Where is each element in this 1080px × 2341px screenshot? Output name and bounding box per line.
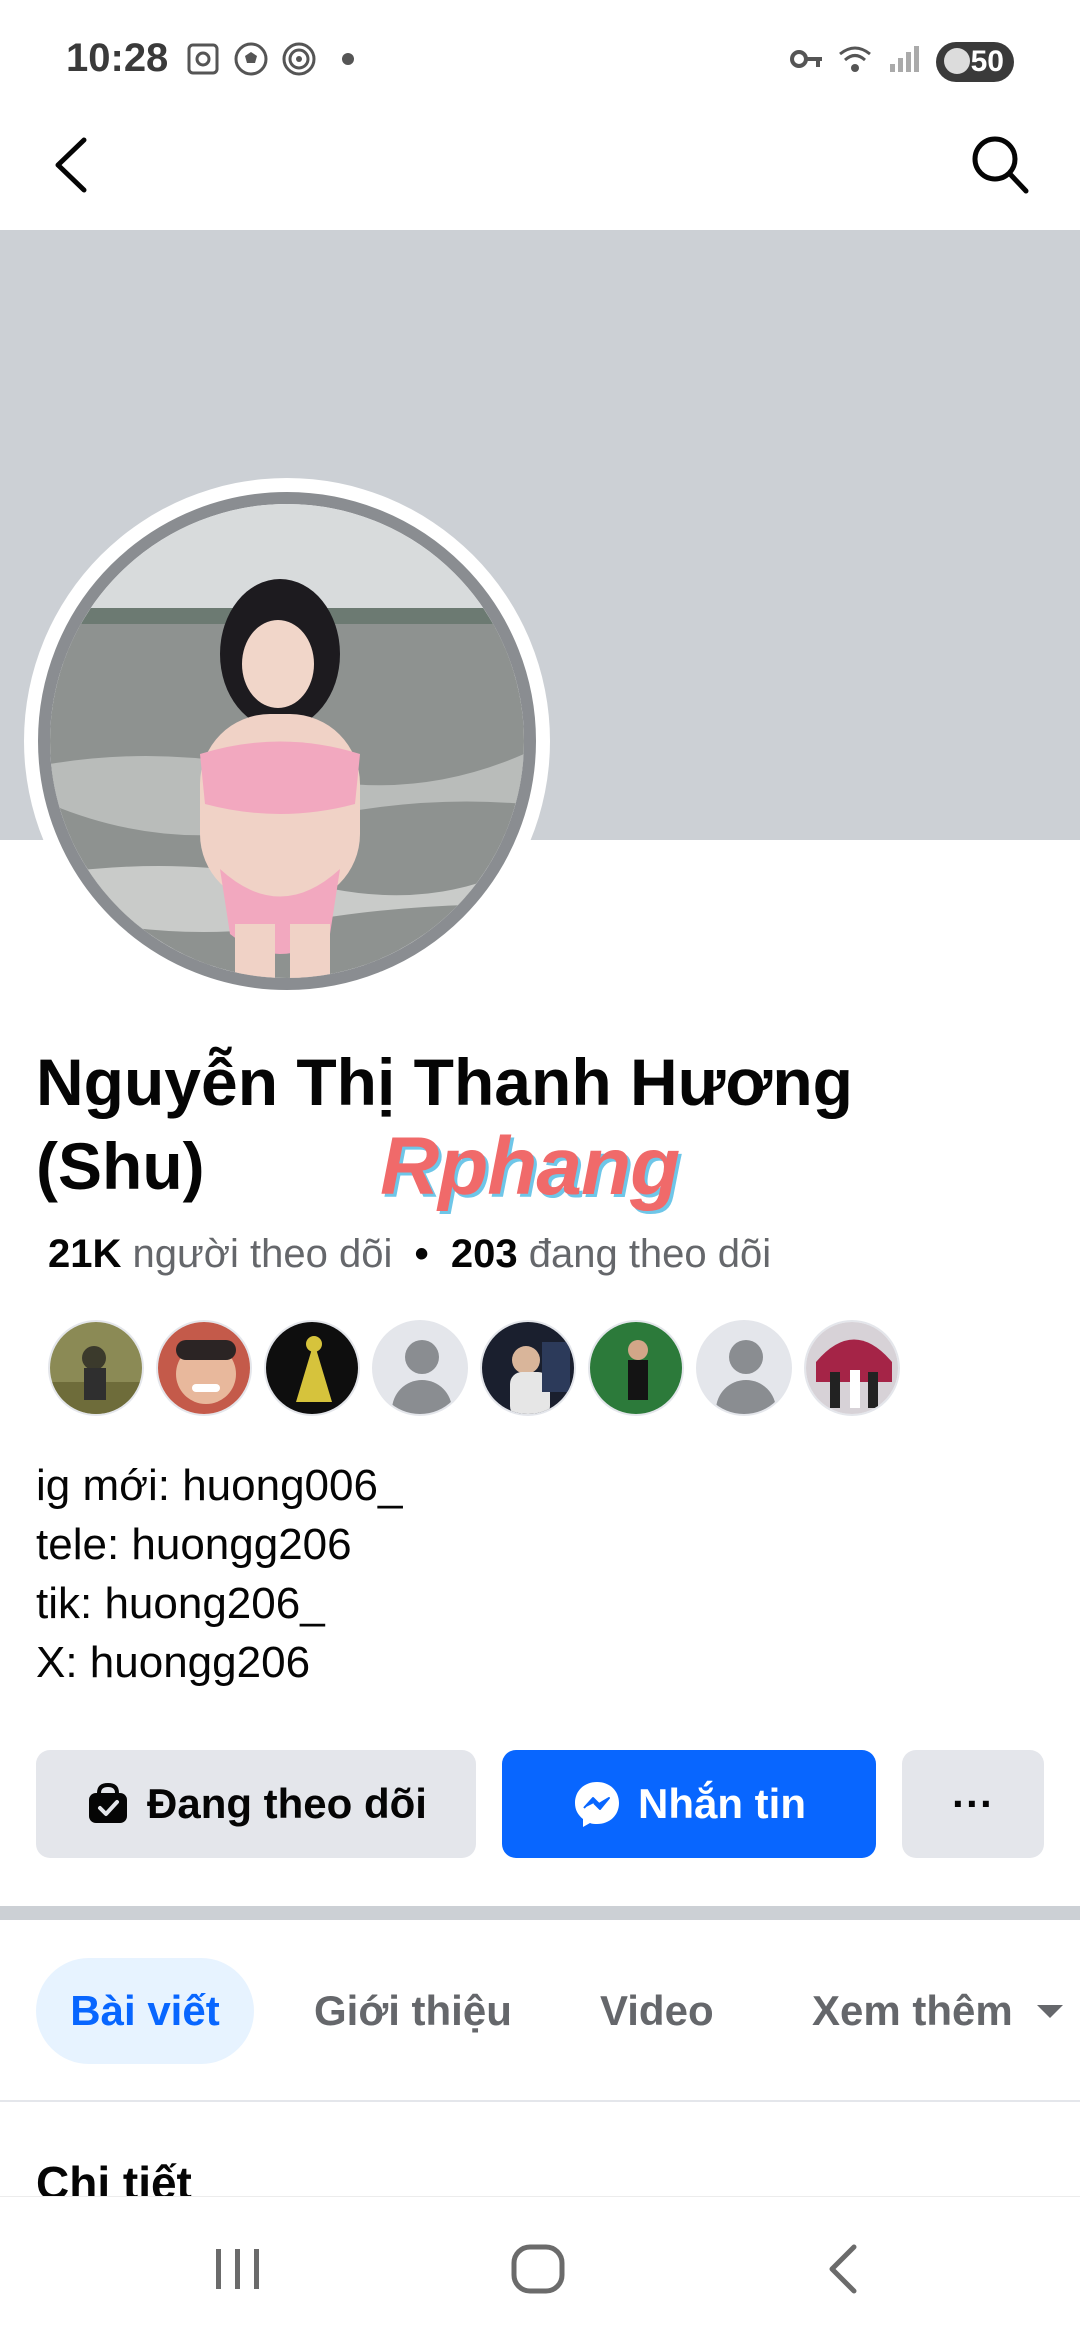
dot-icon xyxy=(342,53,354,65)
tab-about[interactable]: Giới thiệu xyxy=(314,1958,512,2064)
tab-posts-label: Bài viết xyxy=(70,1987,220,2034)
more-options-button[interactable]: ··· xyxy=(902,1750,1044,1858)
home-icon[interactable] xyxy=(508,2239,568,2299)
avatar-photo xyxy=(50,504,524,978)
bio-line: tele: huongg206 xyxy=(36,1520,352,1569)
friend-avatar[interactable] xyxy=(804,1320,900,1416)
messenger-icon xyxy=(575,1782,619,1827)
wifi-icon xyxy=(839,46,871,72)
system-nav-bar xyxy=(0,2196,1080,2341)
profile-avatar[interactable] xyxy=(38,492,536,990)
signal-icon xyxy=(890,46,919,72)
friend-avatar[interactable] xyxy=(156,1320,252,1416)
following-icon xyxy=(89,1782,127,1823)
bio-line: tik: huong206_ xyxy=(36,1579,325,1628)
search-icon[interactable] xyxy=(970,134,1030,196)
tab-about-label: Giới thiệu xyxy=(314,1987,512,2034)
following-label: Đang theo dõi xyxy=(147,1780,427,1827)
battery-level: 50 xyxy=(970,45,1004,78)
watermark: Rphang xyxy=(380,1121,680,1212)
friend-avatar[interactable] xyxy=(264,1320,360,1416)
back-button[interactable] xyxy=(48,130,96,200)
more-label: ··· xyxy=(952,1780,994,1827)
bio-line: ig mới: huong006_ xyxy=(36,1461,403,1510)
profile-name-line1: Nguyễn Thị Thanh Hương xyxy=(36,1045,853,1119)
follow-stats[interactable]: 21K người theo dõi • 203 đang theo dõi xyxy=(48,1232,771,1277)
status-time: 10:28 xyxy=(66,36,169,80)
friend-avatar[interactable] xyxy=(588,1320,684,1416)
friend-avatar-default[interactable] xyxy=(696,1320,792,1416)
key-icon xyxy=(790,50,822,68)
tab-divider xyxy=(0,2100,1080,2102)
soccer-ball-icon xyxy=(234,42,268,76)
followers-label: người theo dõi xyxy=(132,1232,393,1276)
recent-apps-icon[interactable] xyxy=(210,2241,266,2297)
friend-avatar[interactable] xyxy=(48,1320,144,1416)
message-button[interactable]: Nhắn tin xyxy=(502,1750,876,1858)
bio-line: X: huongg206 xyxy=(36,1638,311,1687)
following-count: 203 xyxy=(450,1232,518,1276)
tab-see-more[interactable]: Xem thêm xyxy=(812,1958,1065,2064)
screenshot-icon xyxy=(187,43,219,75)
back-nav-icon[interactable] xyxy=(816,2241,872,2297)
section-divider xyxy=(0,1906,1080,1920)
following-button[interactable]: Đang theo dõi xyxy=(36,1750,476,1858)
caret-down-icon xyxy=(1036,2005,1063,2018)
tab-posts[interactable]: Bài viết xyxy=(36,1958,254,2064)
bio: ig mới: huong006_ tele: huongg206 tik: h… xyxy=(36,1456,402,1692)
tab-see-more-label: Xem thêm xyxy=(812,1987,1013,2034)
followers-count: 21K xyxy=(48,1232,122,1276)
tab-video-label: Video xyxy=(600,1987,714,2034)
message-label: Nhắn tin xyxy=(638,1780,806,1827)
following-label: đang theo dõi xyxy=(528,1232,772,1276)
friend-avatar-default[interactable] xyxy=(372,1320,468,1416)
target-icon xyxy=(282,42,316,76)
stats-separator: • xyxy=(414,1232,429,1276)
friend-avatar[interactable] xyxy=(480,1320,576,1416)
tab-video[interactable]: Video xyxy=(600,1958,714,2064)
battery-icon: 50 xyxy=(936,42,1014,82)
